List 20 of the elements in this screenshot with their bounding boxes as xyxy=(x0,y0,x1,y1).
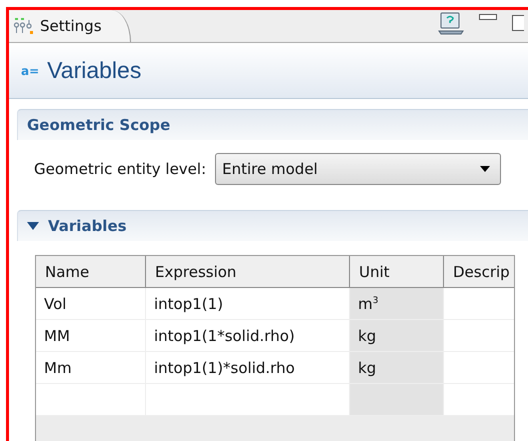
settings-tab[interactable]: Settings xyxy=(9,10,131,42)
table-cell: Vol xyxy=(36,288,146,319)
table-cell: MM xyxy=(36,320,146,351)
column-header[interactable]: Expression xyxy=(146,256,350,287)
table-cell: kg xyxy=(350,352,444,383)
column-header[interactable]: Descrip xyxy=(444,256,512,287)
table-cell: m$^{3}$ xyxy=(350,288,444,319)
tab-title: Settings xyxy=(40,17,102,35)
section-title: Variables xyxy=(48,217,127,235)
section-header[interactable]: Variables xyxy=(17,210,528,241)
section-header[interactable]: Geometric Scope xyxy=(17,109,528,140)
field-label: Geometric entity level: xyxy=(34,160,206,178)
table-cell: Mm xyxy=(36,352,146,383)
table-cell: kg xyxy=(350,320,444,351)
column-header[interactable]: Name xyxy=(36,256,146,287)
column-header[interactable]: Unit xyxy=(350,256,444,287)
section-title: Geometric Scope xyxy=(27,116,170,134)
variables-icon: a= xyxy=(21,64,40,78)
page-title: Variables xyxy=(47,57,142,84)
entity-level-dropdown[interactable]: Entire model xyxy=(215,153,502,185)
